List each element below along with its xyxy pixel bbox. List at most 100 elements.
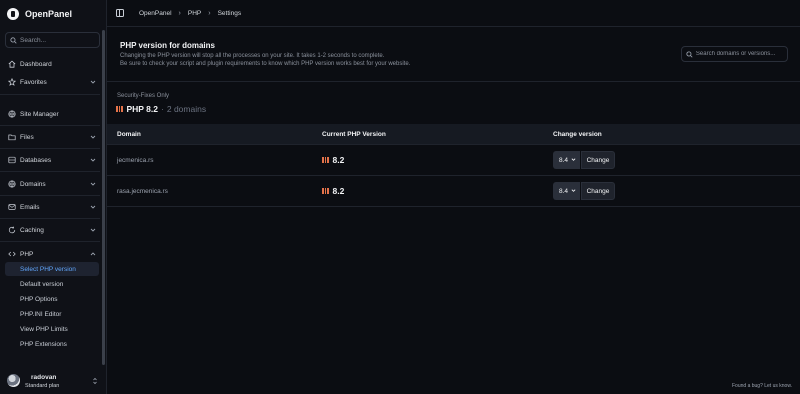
user-menu[interactable]: radovan Standard plan xyxy=(0,368,106,394)
openpanel-logo-icon xyxy=(7,8,19,20)
chevron-down-icon xyxy=(90,158,96,162)
sidebar-item-label: PHP xyxy=(20,250,34,258)
php-icon xyxy=(322,157,329,163)
sidebar-search-input[interactable] xyxy=(20,36,98,44)
sidebar-item-label: Favorites xyxy=(20,78,47,86)
page-description-line: Be sure to check your script and plugin … xyxy=(120,61,411,67)
group-heading: PHP 8.2 · 2 domains xyxy=(116,104,206,114)
domain-cell: jecmenica.rs xyxy=(117,157,154,164)
nav-divider xyxy=(0,218,100,219)
app-root: OpenPanel Dashboard Favorites Site Manag… xyxy=(0,0,800,394)
sidebar-subitem-view-php-limits[interactable]: View PHP Limits xyxy=(5,322,99,336)
user-plan: Standard plan xyxy=(25,383,60,389)
search-icon xyxy=(10,36,17,44)
sidebar-item-label: Dashboard xyxy=(20,60,52,68)
sidebar-item-label: Databases xyxy=(20,156,52,164)
current-version-value: 8.2 xyxy=(332,186,345,196)
sidebar-item-label: Files xyxy=(20,133,34,141)
database-icon xyxy=(8,156,16,164)
breadcrumb-item[interactable]: PHP xyxy=(188,10,201,17)
page-header: PHP version for domains Changing the PHP… xyxy=(107,27,800,82)
sidebar-item-caching[interactable]: Caching xyxy=(5,223,100,237)
sidebar-item-label: Site Manager xyxy=(20,110,59,118)
code-icon xyxy=(8,250,16,258)
sidebar-subitem-default-version[interactable]: Default version xyxy=(5,277,99,291)
mail-icon xyxy=(8,203,16,211)
breadcrumb: OpenPanel › PHP › Settings xyxy=(116,9,241,17)
group-version: PHP 8.2 xyxy=(126,104,159,114)
version-select-value: 8.4 xyxy=(559,187,569,195)
sidebar-search xyxy=(5,32,100,48)
top-bar: OpenPanel › PHP › Settings xyxy=(107,0,800,27)
column-header-change-version: Change version xyxy=(553,131,602,138)
domain-search-input[interactable] xyxy=(695,51,787,57)
current-version-cell: 8.2 xyxy=(322,186,344,196)
change-button[interactable]: Change xyxy=(581,182,615,200)
group-label: Security-Fixes Only xyxy=(117,93,170,99)
home-icon xyxy=(8,60,16,68)
nav-divider xyxy=(0,241,100,242)
chevrons-up-down-icon xyxy=(93,377,97,385)
nav-divider xyxy=(0,195,100,196)
globe-icon xyxy=(8,180,16,188)
sidebar-item-files[interactable]: Files xyxy=(5,130,100,144)
table-header: Domain Current PHP Version Change versio… xyxy=(107,124,800,145)
sidebar-item-emails[interactable]: Emails xyxy=(5,200,100,214)
page-title: PHP version for domains xyxy=(120,41,215,50)
sidebar-scrollbar[interactable] xyxy=(102,30,105,365)
folder-icon xyxy=(8,133,16,141)
group-count: 2 domains xyxy=(166,104,207,114)
change-button[interactable]: Change xyxy=(581,151,615,169)
table-row: jecmenica.rs 8.2 8.4 Change xyxy=(107,145,800,176)
page-description: Changing the PHP version will stop all t… xyxy=(120,52,410,68)
sidebar-item-domains[interactable]: Domains xyxy=(5,177,100,191)
chevron-right-icon: › xyxy=(178,9,181,17)
sidebar-item-label: Emails xyxy=(20,203,40,211)
chevron-down-icon xyxy=(571,158,576,161)
sidebar-subitem-php-extensions[interactable]: PHP Extensions xyxy=(5,337,99,351)
sidebar-subitem-php-ini-editor[interactable]: PHP.INI Editor xyxy=(5,307,99,321)
php-icon xyxy=(322,188,329,194)
current-version-cell: 8.2 xyxy=(322,155,344,165)
refresh-icon xyxy=(8,226,16,234)
sidebar-subitem-php-options[interactable]: PHP Options xyxy=(5,292,99,306)
sidebar-item-label: Domains xyxy=(20,180,46,188)
avatar xyxy=(7,374,20,387)
sidebar-item-dashboard[interactable]: Dashboard xyxy=(5,57,100,71)
version-select[interactable]: 8.4 xyxy=(553,182,580,200)
sidebar-item-php[interactable]: PHP xyxy=(5,247,100,261)
chevron-down-icon xyxy=(90,182,96,186)
search-icon xyxy=(686,50,693,58)
sidebar-item-favorites[interactable]: Favorites xyxy=(5,75,100,89)
nav-divider xyxy=(0,171,100,172)
report-bug-link[interactable]: Found a bug? Let us know. xyxy=(732,383,792,389)
sidebar-item-label: Caching xyxy=(20,226,44,234)
sidebar-item-site-manager[interactable]: Site Manager xyxy=(5,107,100,121)
chevron-down-icon xyxy=(90,135,96,139)
current-version-value: 8.2 xyxy=(332,155,345,165)
brand[interactable]: OpenPanel xyxy=(7,7,72,21)
sidebar-subitem-select-php-version[interactable]: Select PHP version xyxy=(5,262,99,276)
brand-name: OpenPanel xyxy=(25,9,73,19)
php-icon xyxy=(116,106,123,112)
nav-divider xyxy=(0,94,100,95)
breadcrumb-item[interactable]: OpenPanel xyxy=(139,10,172,17)
version-select-value: 8.4 xyxy=(559,156,569,164)
star-icon xyxy=(8,78,16,86)
nav-divider xyxy=(0,148,100,149)
chevron-down-icon xyxy=(90,228,96,232)
chevron-right-icon: › xyxy=(208,9,211,17)
user-name: radovan xyxy=(31,374,57,381)
breadcrumb-current: Settings xyxy=(217,9,242,17)
version-select[interactable]: 8.4 xyxy=(553,151,580,169)
chevron-down-icon xyxy=(571,189,576,192)
column-header-domain: Domain xyxy=(117,131,141,138)
chevron-up-icon xyxy=(90,252,96,256)
chevron-down-icon xyxy=(90,205,96,209)
sidebar-toggle-icon[interactable] xyxy=(116,9,124,17)
chevron-down-icon xyxy=(90,80,96,84)
sidebar-item-databases[interactable]: Databases xyxy=(5,153,100,167)
sidebar: OpenPanel Dashboard Favorites Site Manag… xyxy=(0,0,107,394)
globe-icon xyxy=(8,110,16,118)
group-separator: · xyxy=(161,104,164,114)
